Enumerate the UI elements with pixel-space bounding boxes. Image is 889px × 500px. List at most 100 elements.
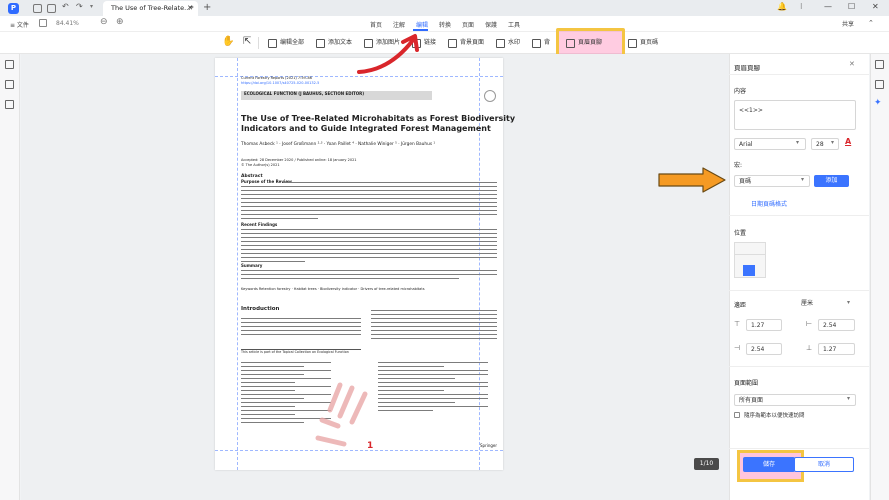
page-range-select[interactable]: 所有頁面 [734,394,856,406]
font-color-icon[interactable]: A [845,137,851,146]
header-footer-label: 頁眉頁腳 [578,39,603,46]
panel-divider [729,290,869,291]
left-margin-icon: ⊢ [806,320,813,328]
bookmark-icon[interactable] [5,80,14,89]
bottom-margin-input[interactable]: 1.27 [818,343,855,355]
zoom-out-icon[interactable]: ⊖ [100,17,108,27]
ai-sparkle-icon[interactable]: ✦ [874,98,882,108]
document-icon[interactable] [875,80,884,89]
tab-edit[interactable]: 编辑 [416,20,428,29]
header-footer-icon [566,38,575,48]
more-icon[interactable]: ⁝ [800,2,803,11]
edit-all-button[interactable]: 编辑全部 [268,37,304,49]
author-affiliations [378,362,488,414]
section-pill-text: ECOLOGICAL FUNCTION (J BAUHUS, SECTION E… [244,91,365,96]
macro-label: 宏: [734,162,743,169]
chevron-down-icon[interactable]: ▾ [90,3,93,10]
tab-convert[interactable]: 转换 [439,20,451,29]
tab-home[interactable]: 首页 [370,20,382,29]
hand-tool-icon[interactable]: ✋ [222,36,234,47]
macro-select[interactable]: 頁碼 [734,175,810,187]
panel-title: 頁眉頁腳 [734,64,760,72]
page-indicator[interactable]: 1/10 [694,458,719,470]
doi-link[interactable]: https://doi.org/10.1007/s40725-020-00132… [241,81,319,85]
pink-marker-strokes [315,382,368,447]
panel-divider [729,366,869,367]
page-view-icon[interactable] [39,19,47,27]
close-window-button[interactable]: ✕ [872,2,879,11]
page-range-label: 頁面範圍 [734,380,759,387]
zoom-level[interactable]: 84.41% [56,20,79,27]
watermark-label: 水印 [508,39,521,46]
collapse-icon[interactable]: ⌃ [868,19,874,27]
watermark-button[interactable]: 水印 [496,37,520,49]
top-margin-input[interactable]: 1.27 [746,319,782,331]
background-button[interactable]: 背 [532,37,550,49]
font-chevron-down-icon: ▾ [796,139,800,146]
panel-divider [729,215,869,216]
top-margin-icon: ⊤ [734,320,741,328]
panel-divider [729,448,869,449]
close-tab-icon[interactable]: ✕ [187,1,193,16]
panel-close-icon[interactable]: ✕ [849,60,855,68]
active-tab-underline [413,29,428,31]
edit-all-icon [268,38,277,48]
add-text-icon [316,38,325,48]
header-footer-button[interactable]: 頁眉頁腳 [566,37,602,49]
content-label: 内容 [734,88,747,95]
zoom-in-icon[interactable]: ⊕ [116,17,124,27]
recent-findings-label: Recent Findings [241,222,278,227]
notification-icon[interactable]: 🔔 [777,2,787,11]
size-chevron-down-icon: ▾ [831,139,835,146]
new-tab-button[interactable]: + [203,2,211,13]
background-page-button[interactable]: 背景頁面 [448,37,484,49]
panel-divider [729,74,869,75]
save-button[interactable]: 儲存 [743,457,795,472]
right-margin-input[interactable]: 2.54 [746,343,782,355]
save-template-checkbox[interactable] [734,412,740,418]
undo-icon[interactable]: ↶ [62,2,69,11]
tab-protect[interactable]: 保護 [485,20,497,29]
cancel-button[interactable]: 取消 [794,457,854,472]
thumbnail-icon[interactable] [5,60,14,69]
summary-label: Summary [241,263,263,268]
position-selected-cell[interactable] [743,265,755,276]
tab-tools[interactable]: 工具 [508,20,520,29]
paper-title-line2: Indicators and to Guide Integrated Fores… [241,124,491,133]
red-arrow-annotation [357,34,419,74]
select-tool-icon[interactable]: ⇱ [243,36,251,47]
app-logo-icon[interactable]: P [8,3,19,14]
left-guide-line [237,58,238,470]
document-tab[interactable]: The Use of Tree-Relate...* ✕ [103,1,198,16]
left-sidebar [0,54,20,500]
recent-findings-text [241,229,497,265]
add-macro-button[interactable]: 添加 [814,175,849,187]
tab-page[interactable]: 页面 [462,20,474,29]
minimize-button[interactable]: — [824,2,832,11]
page-format-link[interactable]: 日期頁碼格式 [751,199,787,208]
maximize-button[interactable]: ☐ [848,2,855,11]
comment-icon[interactable] [5,100,14,109]
content-textarea[interactable]: <<1>> [734,100,856,130]
font-size-select[interactable]: 28 [811,138,839,150]
share-button[interactable]: 共享 [842,19,854,28]
edit-toolbar [0,32,889,54]
left-margin-input[interactable]: 2.54 [818,319,855,331]
edit-all-label: 编辑全部 [280,39,305,46]
journal-line: Current Forestry Reports (2021) 7:59–86 [241,76,312,80]
orange-arrow-annotation [658,167,726,193]
check-for-updates-icon [484,90,496,102]
redo-icon[interactable]: ↷ [76,2,83,11]
file-menu[interactable]: ≡ 文件 [10,20,29,29]
tab-annotate[interactable]: 注解 [393,20,405,29]
add-text-button[interactable]: 添加文本 [316,37,352,49]
page-number-icon [628,38,637,48]
toolbar-divider [258,37,259,49]
copyright-line: © The Author(s) 2021 [241,163,280,167]
properties-icon[interactable] [875,60,884,69]
mail-icon[interactable] [33,4,42,13]
add-text-label: 添加文本 [328,39,353,46]
print-icon[interactable] [47,4,56,13]
page-number-button[interactable]: 頁页碼 [628,37,658,49]
topical-note: This article is part of the Topical Coll… [241,350,349,354]
